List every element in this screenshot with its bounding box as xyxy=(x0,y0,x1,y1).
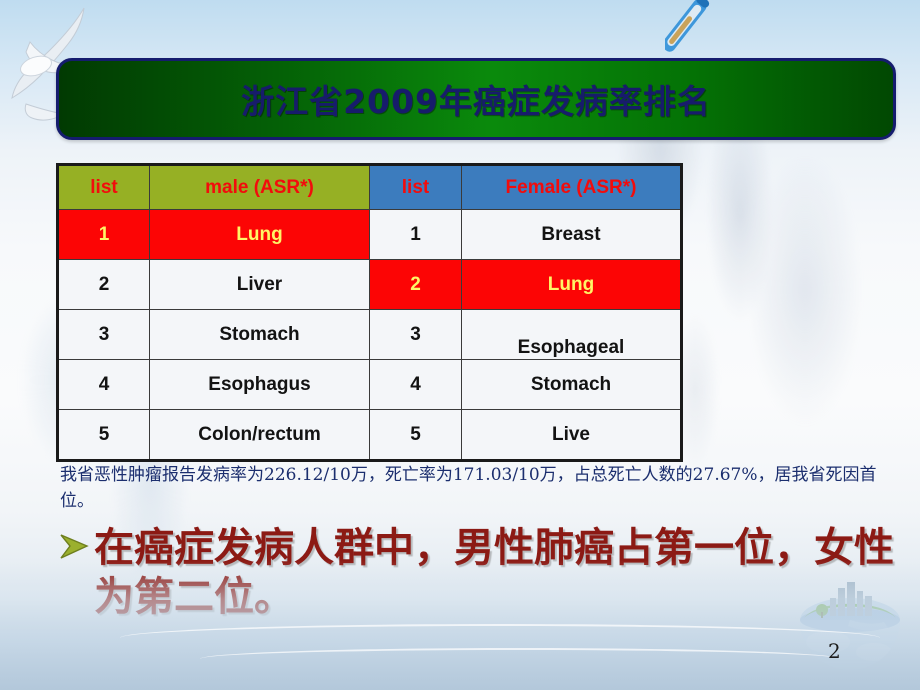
cell-male-rank: 5 xyxy=(57,409,150,461)
page-number: 2 xyxy=(828,639,841,663)
slide-title-bar: 浙江省2009年癌症发病率排名 xyxy=(56,58,896,140)
cell-female-rank: 4 xyxy=(369,359,462,410)
cell-male-rank: 1 xyxy=(57,209,150,260)
cell-female-site: Breast xyxy=(461,209,682,260)
cell-male-site: Stomach xyxy=(149,309,370,360)
cell-male-rank: 4 xyxy=(57,359,150,410)
cell-female-rank: 5 xyxy=(369,409,462,461)
header-male-list: list xyxy=(57,164,150,210)
header-female-site: Female (ASR*) xyxy=(461,164,682,210)
cell-female-site: Live xyxy=(461,409,682,461)
cell-male-rank: 2 xyxy=(57,259,150,310)
arrow-bullet-icon xyxy=(58,532,92,567)
cell-female-site: Esophageal xyxy=(461,309,682,360)
table-row: 4 Esophagus 4 Stomach xyxy=(57,359,682,410)
cell-male-site: Esophagus xyxy=(149,359,370,410)
table-row: 3 Stomach 3 Esophageal xyxy=(57,309,682,360)
header-female-list: list xyxy=(369,164,462,210)
table-row: 2 Liver 2 Lung xyxy=(57,259,682,310)
table-header-row: list male (ASR*) list Female (ASR*) xyxy=(57,164,682,210)
conclusion-text: 在癌症发病人群中，男性肺癌占第一位，女性为第二位。 xyxy=(94,525,894,620)
cell-female-rank: 1 xyxy=(369,209,462,260)
water-streak xyxy=(120,624,880,652)
cancer-rank-table: list male (ASR*) list Female (ASR*) 1 Lu… xyxy=(56,163,683,462)
cell-male-rank: 3 xyxy=(57,309,150,360)
cell-female-site: Lung xyxy=(461,259,682,310)
cell-female-rank: 3 xyxy=(369,309,462,360)
table-row: 1 Lung 1 Breast xyxy=(57,209,682,260)
cell-male-site: Liver xyxy=(149,259,370,310)
header-male-site: male (ASR*) xyxy=(149,164,370,210)
slide-canvas: 浙江省2009年癌症发病率排名 list male (ASR*) list Fe… xyxy=(0,0,920,690)
statistics-paragraph: 我省恶性肿瘤报告发病率为226.12/10万，死亡率为171.03/10万，占总… xyxy=(60,465,877,511)
cell-female-site: Stomach xyxy=(461,359,682,410)
water-streak-secondary xyxy=(200,648,840,670)
cell-male-site: Colon/rectum xyxy=(149,409,370,461)
page-title: 浙江省2009年癌症发病率排名 xyxy=(241,82,711,121)
table-row: 5 Colon/rectum 5 Live xyxy=(57,409,682,461)
cell-male-site: Lung xyxy=(149,209,370,260)
conclusion-bullet: 在癌症发病人群中，男性肺癌占第一位，女性为第二位。 xyxy=(58,524,903,622)
cell-female-rank: 2 xyxy=(369,259,462,310)
